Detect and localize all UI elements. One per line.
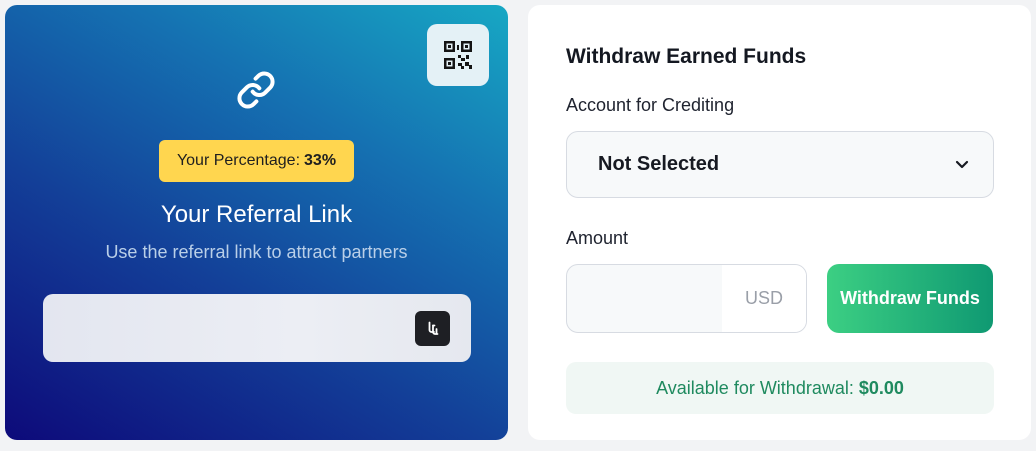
available-value: $0.00 xyxy=(858,377,904,398)
qr-code-button[interactable] xyxy=(427,24,489,86)
chain-link-icon xyxy=(237,71,275,109)
referral-title: Your Referral Link xyxy=(160,201,353,228)
account-select-value: Not Selected xyxy=(598,153,720,175)
withdraw-funds-button[interactable]: Withdraw Funds xyxy=(827,264,993,333)
currency-label: USD xyxy=(722,265,806,332)
referral-card: Your Percentage: 33% Your Referral Link … xyxy=(5,5,508,440)
qr-code-icon xyxy=(444,41,472,69)
copy-icon xyxy=(428,321,438,335)
available-label: Available for Withdrawal: xyxy=(656,377,854,398)
page: Your Percentage: 33% Your Referral Link … xyxy=(0,0,1036,451)
account-label: Account for Crediting xyxy=(566,95,735,115)
referral-subtitle: Use the referral link to attract partner… xyxy=(105,242,408,262)
available-balance: Available for Withdrawal: $0.00 xyxy=(566,362,994,414)
account-select[interactable]: Not Selected xyxy=(566,131,994,198)
copy-link-button[interactable] xyxy=(415,310,450,346)
withdraw-title: Withdraw Earned Funds xyxy=(566,45,807,68)
amount-label: Amount xyxy=(566,228,629,248)
percentage-value: 33% xyxy=(304,152,337,169)
referral-link-field[interactable] xyxy=(43,294,471,362)
percentage-label: Your Percentage: xyxy=(176,152,301,169)
chevron-down-icon xyxy=(955,160,969,169)
amount-field: USD xyxy=(566,264,807,333)
percentage-badge: Your Percentage: 33% xyxy=(159,140,354,182)
withdraw-card: Withdraw Earned Funds Account for Credit… xyxy=(528,5,1031,440)
amount-input[interactable] xyxy=(567,265,722,332)
